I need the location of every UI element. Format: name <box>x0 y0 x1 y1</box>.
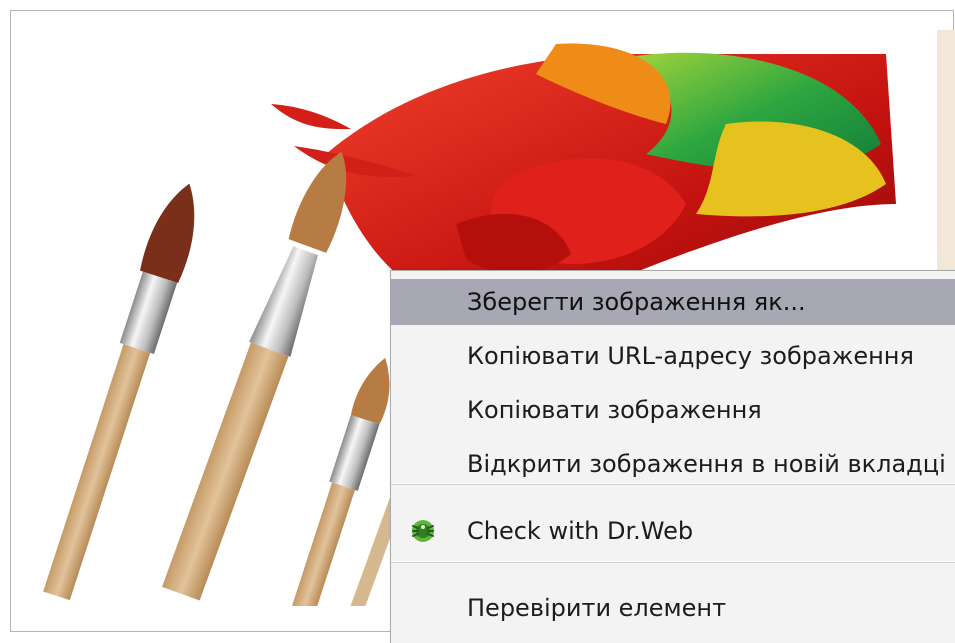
drweb-spider-icon <box>409 517 437 545</box>
menu-separator <box>391 561 955 563</box>
brush-small <box>288 357 390 606</box>
menu-item-copy-image[interactable]: Копіювати зображення <box>391 387 955 433</box>
menu-item-label: Копіювати зображення <box>467 396 762 424</box>
paint-splash <box>271 104 351 130</box>
menu-item-check-with-drweb[interactable]: Check with Dr.Web <box>391 508 955 554</box>
menu-item-open-image-new-tab[interactable]: Відкрити зображення в новій вкладці <box>391 441 955 487</box>
menu-item-label: Check with Dr.Web <box>467 517 694 545</box>
browser-viewport: Зберегти зображення як... Копіювати URL-… <box>0 0 955 643</box>
menu-item-save-image-as[interactable]: Зберегти зображення як... <box>391 279 955 325</box>
menu-separator <box>391 483 955 485</box>
menu-item-label: Перевірити елемент <box>467 594 727 622</box>
context-menu: Зберегти зображення як... Копіювати URL-… <box>390 270 955 643</box>
menu-item-label: Відкрити зображення в новій вкладці <box>467 450 946 478</box>
menu-item-label: Зберегти зображення як... <box>467 288 806 316</box>
menu-item-copy-image-url[interactable]: Копіювати URL-адресу зображення <box>391 333 955 379</box>
menu-item-label: Копіювати URL-адресу зображення <box>467 342 914 370</box>
menu-item-inspect-element[interactable]: Перевірити елемент <box>391 585 955 631</box>
